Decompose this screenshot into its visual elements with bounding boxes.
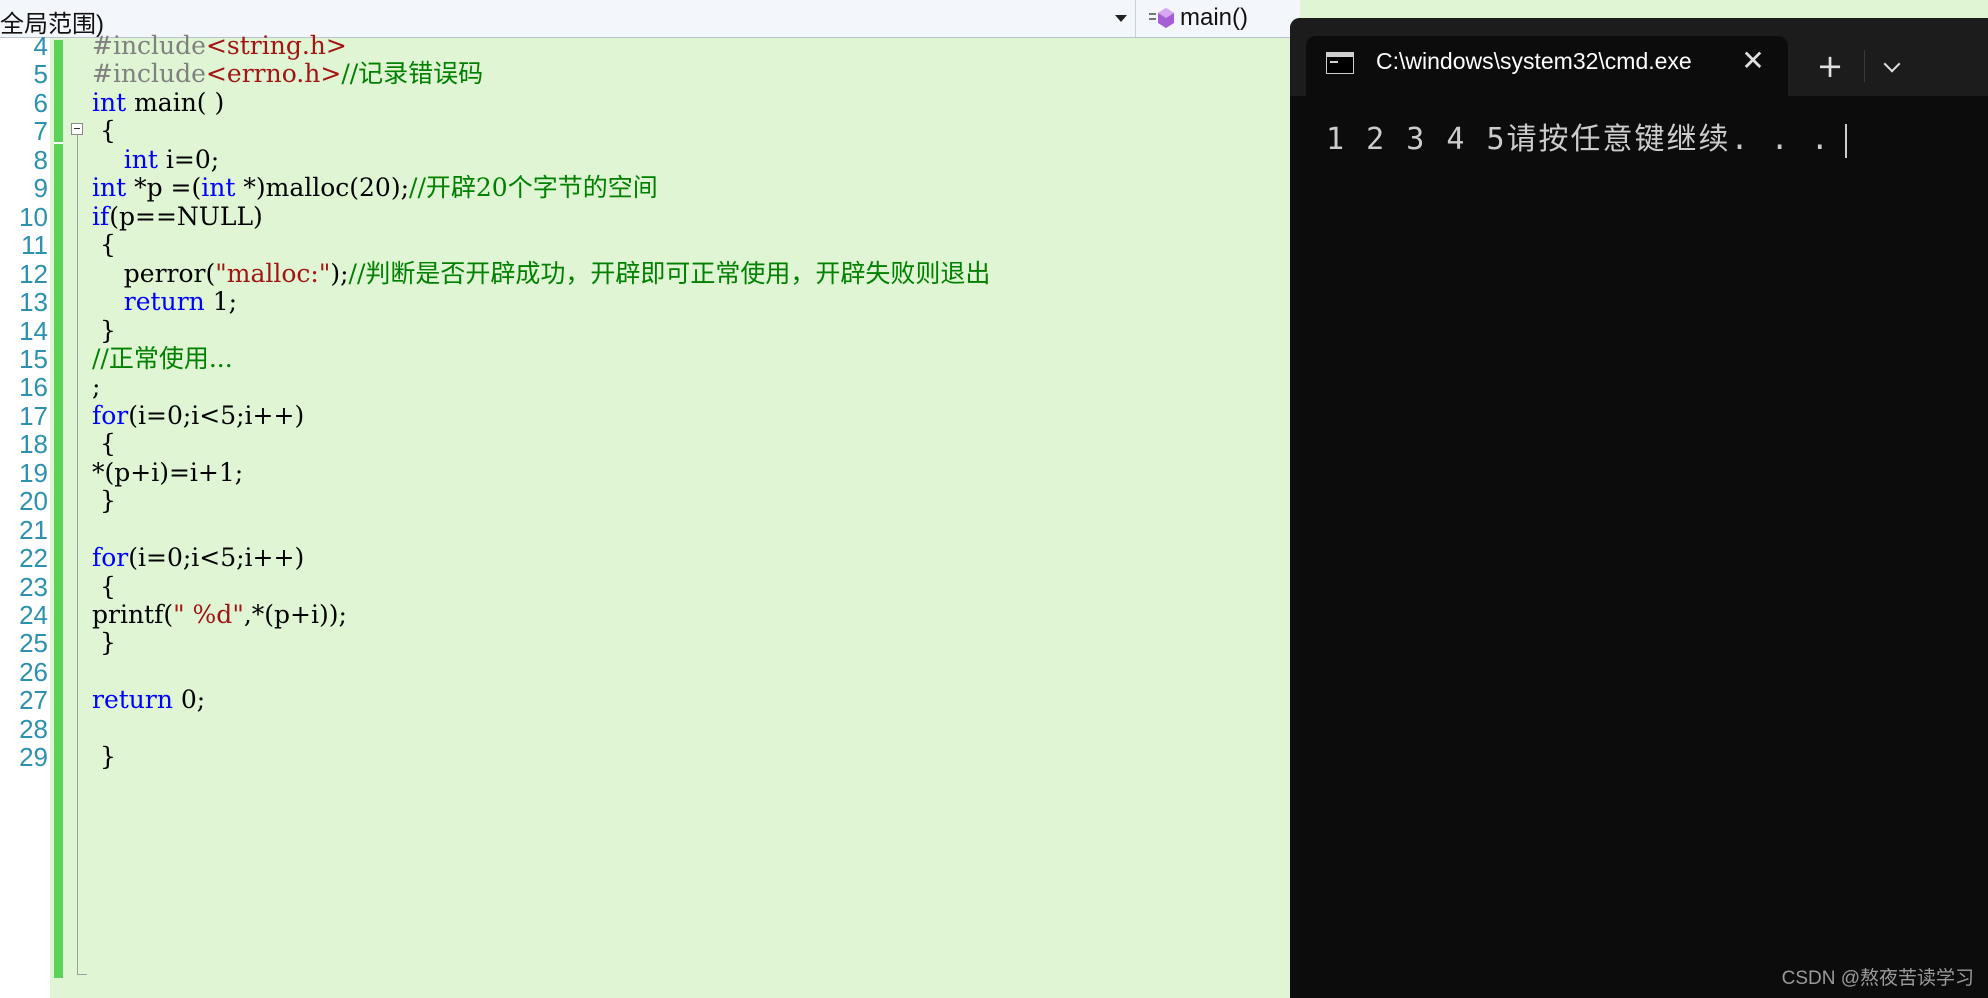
- code-line[interactable]: 29 }: [0, 739, 1300, 775]
- cmd-icon: [1326, 52, 1354, 74]
- terminal-tab[interactable]: C:\windows\system32\cmd.exe ✕: [1306, 36, 1788, 96]
- terminal-output: 1 2 3 4 5请按任意键继续. . .: [1326, 114, 1847, 158]
- outline-rail-end: [77, 974, 87, 975]
- line-number: 29: [19, 742, 48, 773]
- chevron-down-icon: [1883, 55, 1901, 73]
- terminal-output-text: 1 2 3 4 5请按任意键继续. . .: [1326, 122, 1831, 157]
- terminal-tab-strip: C:\windows\system32\cmd.exe ✕ +: [1290, 18, 1988, 96]
- dropdown-arrow-icon[interactable]: [1115, 15, 1127, 22]
- tab-menu-button[interactable]: [1872, 46, 1912, 86]
- code-token: }: [92, 742, 116, 772]
- tab-separator: [1864, 50, 1865, 82]
- terminal-window[interactable]: C:\windows\system32\cmd.exe ✕ + 1 2 3 4 …: [1290, 18, 1988, 998]
- close-icon[interactable]: ✕: [1736, 44, 1770, 78]
- new-tab-button[interactable]: +: [1810, 46, 1850, 86]
- code-text: }: [92, 739, 116, 775]
- watermark: CSDN @熬夜苦读学习: [1781, 968, 1974, 989]
- terminal-tab-title: C:\windows\system32\cmd.exe: [1376, 48, 1692, 74]
- text-cursor: [1844, 123, 1847, 158]
